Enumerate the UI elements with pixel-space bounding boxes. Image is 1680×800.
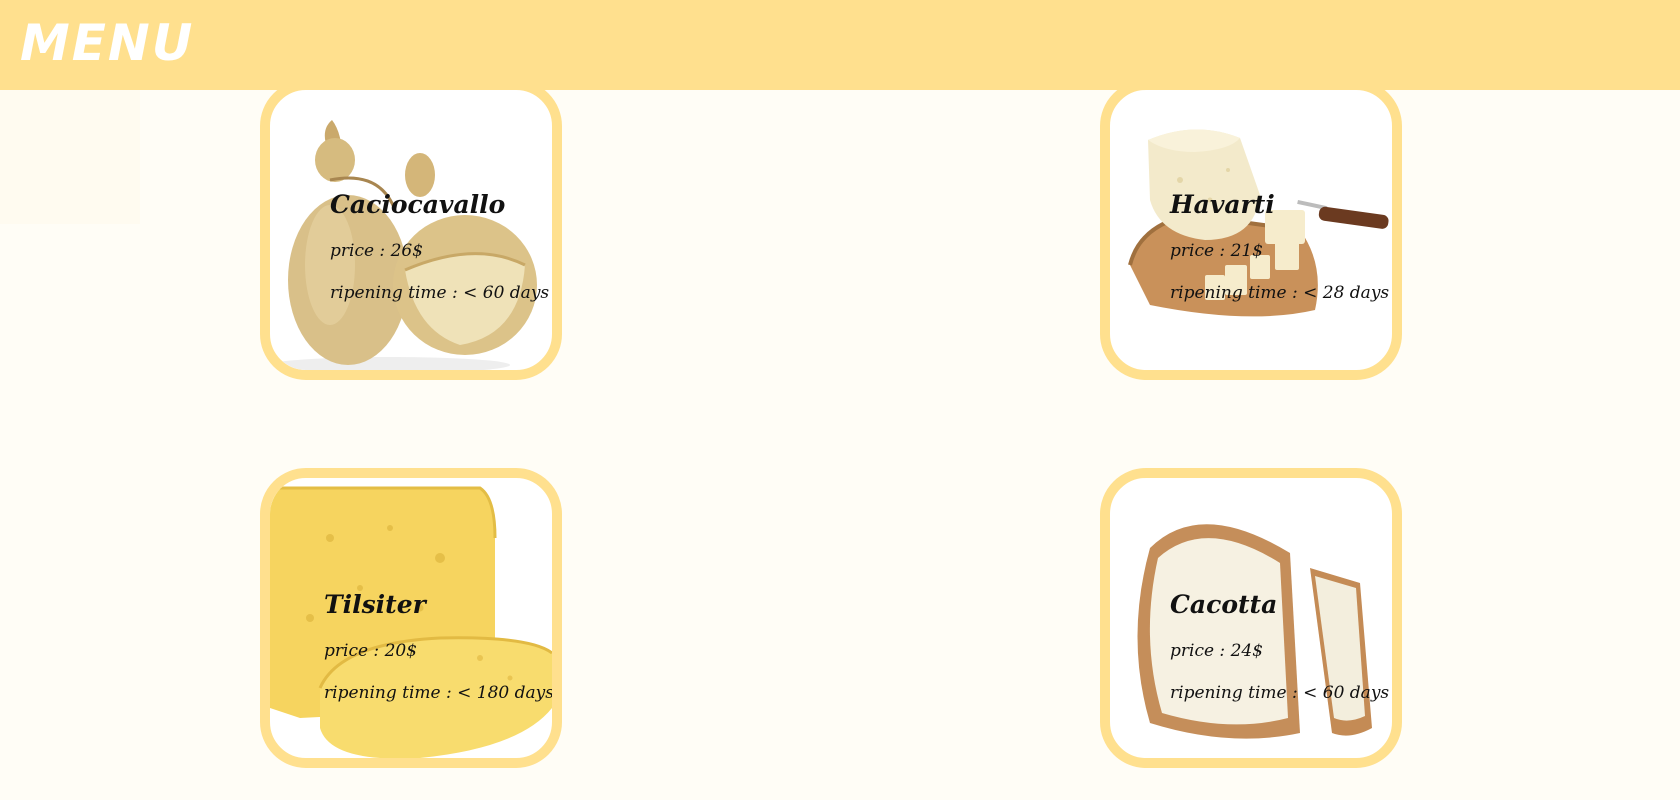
cheese-info: Caciocavallo price : 26$ ripening time :… [330, 190, 549, 325]
cheese-card-caciocavallo[interactable]: Caciocavallo price : 26$ ripening time :… [260, 80, 562, 380]
cheese-ripening-time: ripening time : < 60 days [1170, 683, 1390, 703]
cheese-price: price : 24$ [1170, 641, 1264, 661]
sidebar-panel [0, 90, 140, 224]
cheese-card-havarti[interactable]: Havarti price : 21$ ripening time : < 28… [1100, 80, 1402, 380]
cheese-name: Tilsiter [324, 590, 426, 619]
cheese-card-tilsiter[interactable]: Tilsiter price : 20$ ripening time : < 1… [260, 468, 562, 768]
cheese-ripening-time: ripening time : < 28 days [1170, 283, 1390, 303]
cheese-info: Havarti price : 21$ ripening time : < 28… [1170, 190, 1389, 325]
cheese-name: Cacotta [1170, 590, 1278, 619]
cheese-price: price : 20$ [324, 641, 418, 661]
cheese-price: price : 21$ [1170, 241, 1264, 261]
cheese-ripening-time: ripening time : < 180 days [324, 683, 554, 703]
page-title: MENU [20, 14, 195, 72]
cheese-name: Havarti [1170, 190, 1275, 219]
cheese-card-cacotta[interactable]: Cacotta price : 24$ ripening time : < 60… [1100, 468, 1402, 768]
cheese-ripening-time: ripening time : < 60 days [330, 283, 550, 303]
cheese-price: price : 26$ [330, 241, 424, 261]
cheese-info: Tilsiter price : 20$ ripening time : < 1… [324, 590, 554, 725]
cheese-name: Caciocavallo [330, 190, 506, 219]
header-bar: MENU [0, 0, 1680, 90]
cheese-info: Cacotta price : 24$ ripening time : < 60… [1170, 590, 1389, 725]
